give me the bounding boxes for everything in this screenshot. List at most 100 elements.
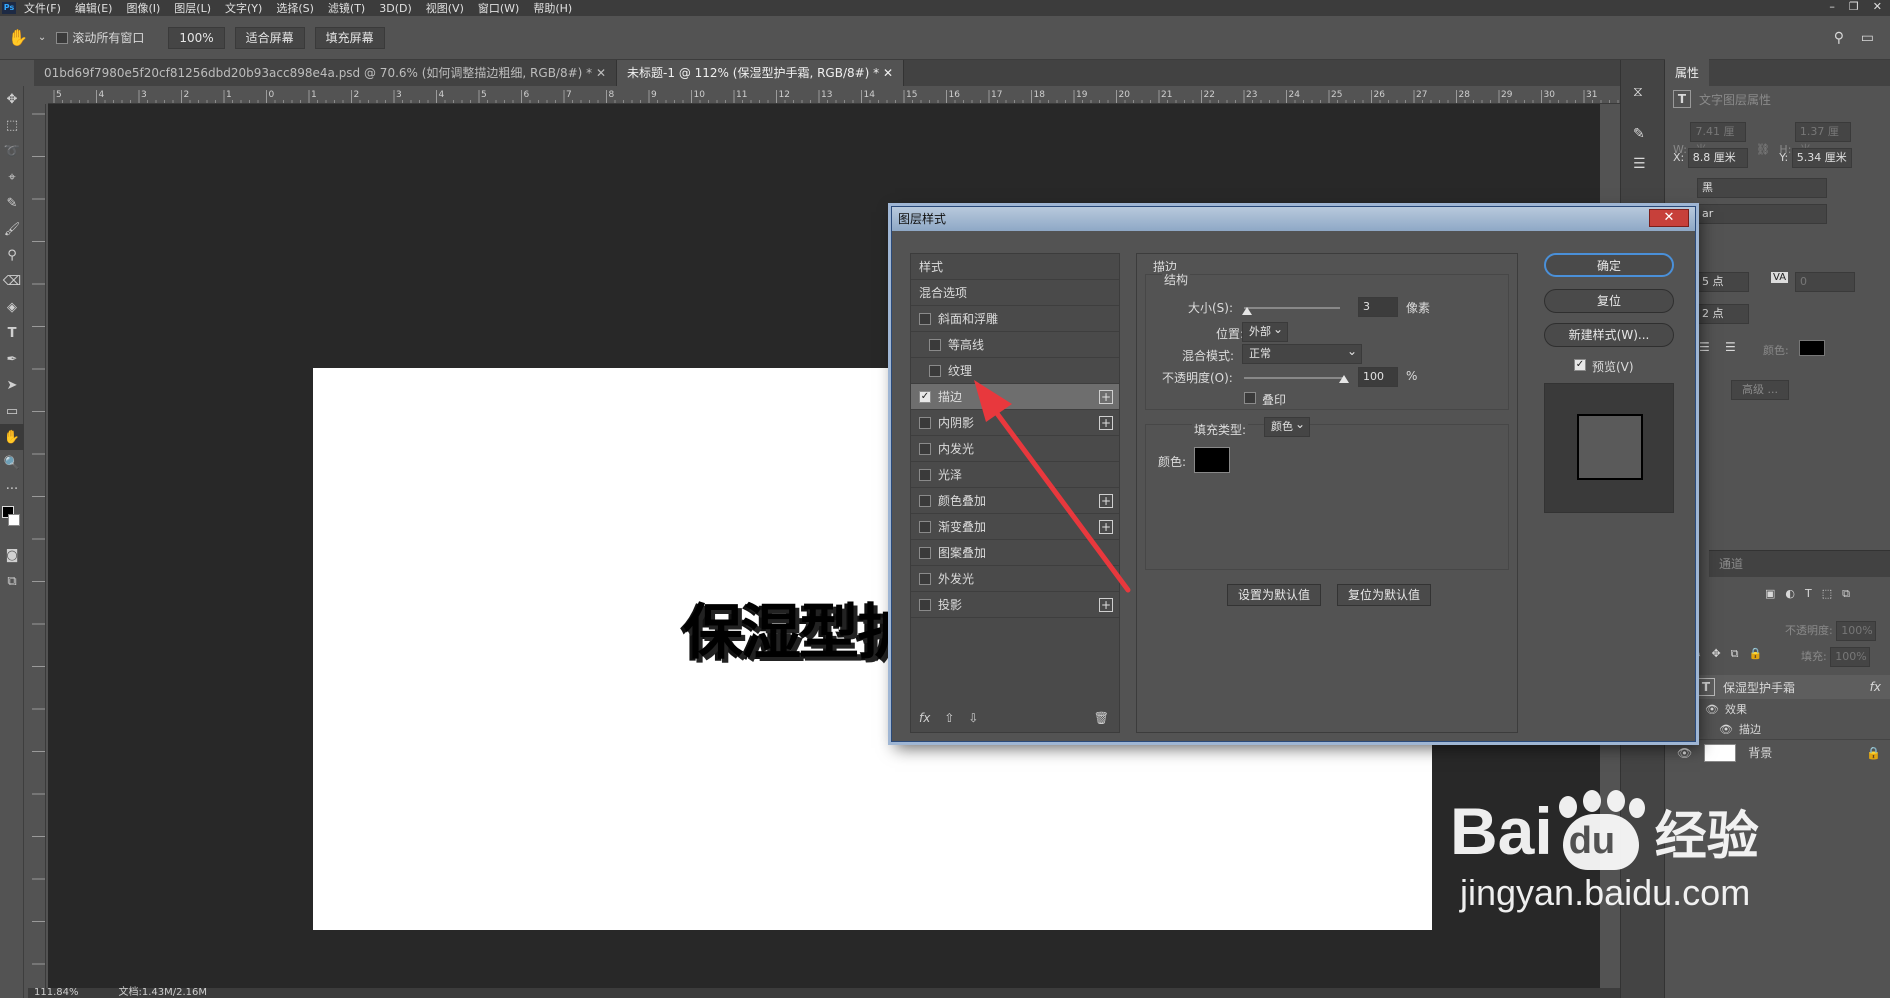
text-color-swatch[interactable] <box>1799 340 1825 356</box>
add-effect-icon[interactable]: + <box>1099 598 1113 612</box>
opacity-slider[interactable] <box>1244 377 1344 379</box>
y-field[interactable]: 5.34 厘米 <box>1791 148 1852 168</box>
lasso-tool-icon[interactable]: ➰ <box>0 138 24 164</box>
filter-adjust-icon[interactable]: ◐ <box>1785 587 1795 601</box>
menu-file[interactable]: 文件(F) <box>24 0 61 16</box>
style-checkbox[interactable] <box>919 546 931 559</box>
fill-field[interactable]: 100% <box>1830 647 1871 667</box>
lock-all-icon[interactable]: 🔒 <box>1749 647 1763 661</box>
size-slider[interactable] <box>1244 307 1340 309</box>
move-down-icon[interactable]: ⇩ <box>968 711 978 725</box>
trash-icon[interactable]: 🗑 <box>1094 711 1109 725</box>
style-item[interactable]: 样式 <box>911 254 1119 280</box>
opacity-slider-thumb[interactable] <box>1339 375 1349 383</box>
fx-badge[interactable]: fx <box>1870 680 1881 694</box>
zoom-readout[interactable]: 111.84% <box>34 988 79 998</box>
quick-mask-icon[interactable]: ◙ <box>0 542 24 568</box>
advanced-button[interactable]: 高级 ... <box>1731 380 1789 400</box>
adjustments-icon[interactable]: ☰ <box>1633 156 1646 172</box>
path-select-tool-icon[interactable]: ➤ <box>0 372 24 398</box>
stroke-color-swatch[interactable] <box>1194 447 1230 473</box>
align-right-icon[interactable]: ☰ <box>1725 340 1736 354</box>
minimize-icon[interactable]: – <box>1829 0 1835 13</box>
filter-shape-icon[interactable]: ⬚ <box>1822 587 1832 601</box>
properties-tab[interactable]: 属性 <box>1665 59 1710 86</box>
tab-channels[interactable]: 通道 <box>1709 550 1753 577</box>
style-checkbox[interactable] <box>919 312 931 325</box>
reset-button[interactable]: 复位 <box>1544 289 1674 313</box>
layer-row-background[interactable]: 👁 背景 🔒 <box>1665 739 1890 765</box>
more-tools-icon[interactable]: ··· <box>0 476 24 502</box>
menu-select[interactable]: 选择(S) <box>276 0 314 16</box>
lock-artboard-icon[interactable]: ⧉ <box>1731 647 1739 661</box>
style-checkbox[interactable] <box>919 468 931 481</box>
position-select[interactable]: 外部 <box>1242 320 1288 342</box>
overprint-checkbox[interactable] <box>1244 392 1256 404</box>
zoom-100-button[interactable]: 100% <box>168 26 225 49</box>
layer-row-text[interactable]: T 保湿型护手霜 fx <box>1665 675 1890 699</box>
style-checkbox[interactable] <box>919 520 931 533</box>
opacity-input[interactable]: 100 <box>1358 367 1398 387</box>
visibility-eye-icon[interactable]: 👁 <box>1677 746 1692 760</box>
ok-button[interactable]: 确定 <box>1544 253 1674 277</box>
tab-close-icon[interactable]: ✕ <box>596 66 606 80</box>
move-tool-icon[interactable]: ✥ <box>0 86 24 112</box>
fx-icon[interactable]: fx <box>919 711 930 725</box>
color-swatches-icon[interactable] <box>0 502 24 542</box>
style-checkbox[interactable] <box>929 338 941 351</box>
style-checkbox[interactable] <box>919 442 931 455</box>
style-checkbox[interactable] <box>919 494 931 507</box>
lock-move-icon[interactable]: ✥ <box>1711 647 1720 661</box>
restore-icon[interactable]: ❐ <box>1849 0 1859 13</box>
layer-row-stroke[interactable]: 👁 描边 <box>1665 719 1890 739</box>
search-icon[interactable]: ⚲ <box>1834 30 1844 46</box>
screen-mode-icon[interactable]: ⧉ <box>0 568 24 594</box>
tab-document-2[interactable]: 未标题-1 @ 112% (保湿型护手霜, RGB/8#) * ✕ <box>617 60 905 86</box>
history-icon[interactable]: ⧖ <box>1633 84 1643 100</box>
close-icon[interactable]: ✕ <box>1649 209 1689 227</box>
width-field[interactable]: 7.41 厘米 <box>1690 122 1747 156</box>
brush-settings-icon[interactable]: ✎ <box>1633 126 1645 142</box>
menu-3d[interactable]: 3D(D) <box>379 2 412 15</box>
marquee-tool-icon[interactable]: ⬚ <box>0 112 24 138</box>
stamp-tool-icon[interactable]: ⚲ <box>0 242 24 268</box>
font-size-select[interactable]: 5 点 <box>1697 272 1749 292</box>
font-style-select[interactable]: ar <box>1697 204 1827 224</box>
style-item[interactable]: 等高线 <box>911 332 1119 358</box>
doc-size[interactable]: 文档:1.43M/2.16M <box>119 988 208 998</box>
dialog-title[interactable]: 图层样式 <box>892 207 1695 231</box>
hand-tool-icon[interactable]: ✋ <box>0 424 24 450</box>
style-item[interactable]: 混合选项 <box>911 280 1119 306</box>
menu-edit[interactable]: 编辑(E) <box>75 0 113 16</box>
align-center-icon[interactable]: ☰ <box>1699 340 1710 354</box>
tracking-select[interactable]: 0 <box>1795 272 1855 292</box>
layer-name[interactable]: 保湿型护手霜 <box>1723 679 1795 696</box>
size-slider-thumb[interactable] <box>1241 307 1252 315</box>
reset-default-button[interactable]: 复位为默认值 <box>1337 584 1432 606</box>
layer-row-effects[interactable]: 👁 效果 <box>1665 699 1890 719</box>
scroll-all-checkbox[interactable] <box>56 31 69 44</box>
style-checkbox[interactable] <box>919 598 931 611</box>
pen-tool-icon[interactable]: ✒ <box>0 346 24 372</box>
move-up-icon[interactable]: ⇧ <box>944 711 954 725</box>
preview-checkbox[interactable] <box>1574 359 1586 371</box>
height-field[interactable]: 1.37 厘米 <box>1794 122 1851 156</box>
fill-type-select[interactable]: 颜色 <box>1264 415 1310 437</box>
fit-screen-button[interactable]: 适合屏幕 <box>234 26 305 49</box>
new-style-button[interactable]: 新建样式(W)... <box>1544 323 1674 347</box>
blend-mode-select[interactable]: 正常 <box>1242 342 1362 364</box>
style-checkbox[interactable] <box>929 364 941 377</box>
style-checkbox[interactable] <box>919 572 931 585</box>
workspace-icon[interactable]: ▭ <box>1861 30 1874 46</box>
size-input[interactable]: 3 <box>1358 297 1398 317</box>
filter-smart-icon[interactable]: ⧉ <box>1842 587 1850 601</box>
layer-name[interactable]: 背景 <box>1748 744 1772 761</box>
tool-preset-chevron-icon[interactable]: ⌄ <box>38 32 46 43</box>
tab-close-icon[interactable]: ✕ <box>883 66 893 80</box>
menu-help[interactable]: 帮助(H) <box>533 0 572 16</box>
style-item[interactable]: 斜面和浮雕 <box>911 306 1119 332</box>
type-tool-icon[interactable]: T <box>0 320 24 346</box>
eraser-tool-icon[interactable]: ⌫ <box>0 268 24 294</box>
visibility-eye-icon[interactable]: 👁 <box>1719 723 1733 736</box>
opacity-field[interactable]: 100% <box>1836 621 1877 641</box>
